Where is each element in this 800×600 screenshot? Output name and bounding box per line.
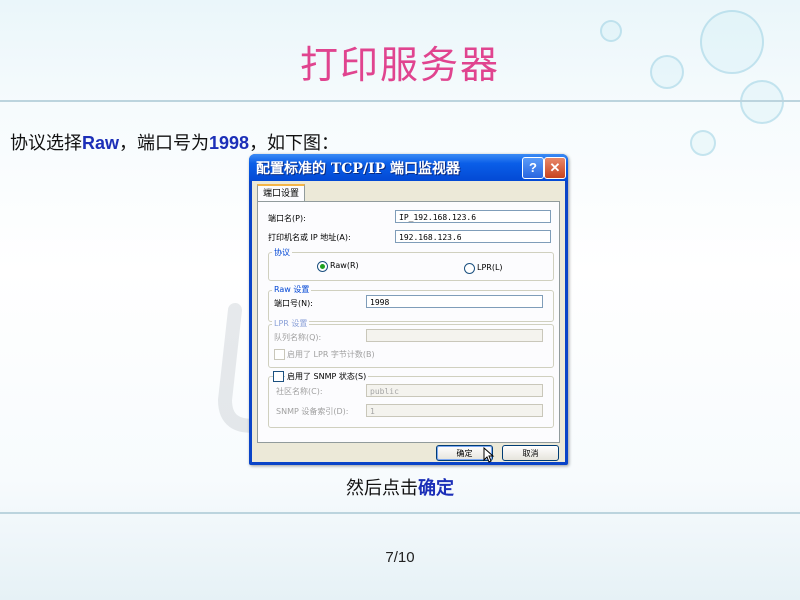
port-settings-panel: 端口名(P): IP_192.168.123.6 打印机名或 IP 地址(A):… [257, 201, 560, 443]
lpr-byte-count-checkbox [274, 349, 285, 360]
caption-prefix: 然后点击 [346, 478, 418, 499]
port-number-field[interactable]: 1998 [366, 295, 543, 308]
queue-name-label: 队列名称(Q): [274, 333, 322, 342]
caption-text: 然后点击确定 [0, 474, 800, 500]
snmp-device-index-field: 1 [366, 404, 543, 417]
raw-radio[interactable] [317, 261, 328, 272]
page-number: 7/10 [385, 549, 415, 566]
intro-prefix: 协议选择 [10, 133, 82, 154]
footer-divider [0, 512, 800, 514]
snmp-enabled-checkbox[interactable] [273, 371, 284, 382]
snmp-enabled-label[interactable]: 启用了 SNMP 状态(S) [285, 371, 369, 382]
port-number-label: 端口号(N): [274, 299, 313, 308]
snmp-device-index-label: SNMP 设备索引(D): [276, 407, 349, 416]
port-name-label: 端口名(P): [268, 214, 306, 223]
close-button[interactable]: ✕ [544, 157, 566, 179]
slide-title: 打印服务器 [299, 43, 500, 87]
intro-mid: ，端口号为 [119, 133, 210, 154]
port-name-field[interactable]: IP_192.168.123.6 [395, 210, 551, 223]
community-name-label: 社区名称(C): [276, 387, 323, 396]
mouse-pointer-icon [483, 447, 495, 463]
protocol-group [268, 252, 554, 281]
lpr-settings-title: LPR 设置 [272, 318, 310, 329]
printer-address-field[interactable]: 192.168.123.6 [395, 230, 551, 243]
intro-protocol: Raw [82, 133, 120, 153]
lpr-radio-label[interactable]: LPR(L) [477, 263, 503, 272]
printer-address-label: 打印机名或 IP 地址(A): [268, 233, 351, 242]
protocol-group-title: 协议 [272, 247, 292, 258]
decor-bubble [690, 130, 716, 156]
cancel-button[interactable]: 取消 [502, 445, 559, 461]
raw-radio-label[interactable]: Raw(R) [330, 261, 359, 270]
intro-text: 协议选择Raw，端口号为1998，如下图： [10, 129, 339, 155]
lpr-radio[interactable] [464, 263, 475, 274]
dialog-titlebar[interactable]: 配置标准的 TCP/IP 端口监视器 ? ✕ [249, 154, 568, 181]
dialog-title: 配置标准的 TCP/IP 端口监视器 [256, 161, 461, 177]
help-button[interactable]: ? [522, 157, 544, 179]
header-divider [0, 100, 800, 102]
intro-suffix: ，如下图： [249, 133, 340, 154]
queue-name-field [366, 329, 543, 342]
raw-settings-title: Raw 设置 [272, 284, 312, 295]
community-name-field: public [366, 384, 543, 397]
tcpip-port-dialog: 配置标准的 TCP/IP 端口监视器 ? ✕ 端口设置 端口名(P): IP_1… [249, 154, 568, 465]
caption-action: 确定 [418, 478, 454, 499]
lpr-byte-count-label: 启用了 LPR 字节计数(B) [287, 350, 375, 359]
intro-port: 1998 [209, 133, 250, 153]
dialog-client: 端口设置 端口名(P): IP_192.168.123.6 打印机名或 IP 地… [252, 181, 565, 463]
tab-port-settings[interactable]: 端口设置 [257, 184, 306, 202]
